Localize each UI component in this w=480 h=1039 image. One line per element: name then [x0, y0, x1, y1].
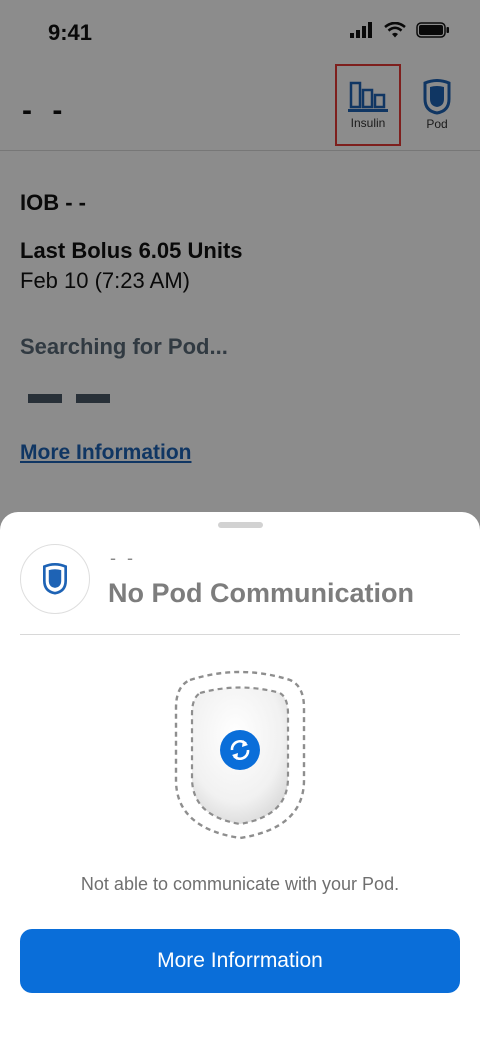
- sync-arrows-icon: [220, 730, 260, 770]
- sheet-title: No Pod Communication: [108, 578, 414, 608]
- pod-illustration: [174, 670, 306, 840]
- sheet-grabber[interactable]: [218, 522, 263, 528]
- sheet-message: Not able to communicate with your Pod.: [80, 874, 400, 894]
- pod-shield-icon: [43, 563, 67, 595]
- sheet-divider: [20, 634, 460, 635]
- sheet-pod-icon-circle: [20, 544, 90, 614]
- bottom-sheet: - - No Pod Communication Not able to com…: [0, 512, 480, 1039]
- more-information-button[interactable]: More Inforrmation: [20, 929, 460, 993]
- sheet-dashes: - -: [110, 548, 136, 568]
